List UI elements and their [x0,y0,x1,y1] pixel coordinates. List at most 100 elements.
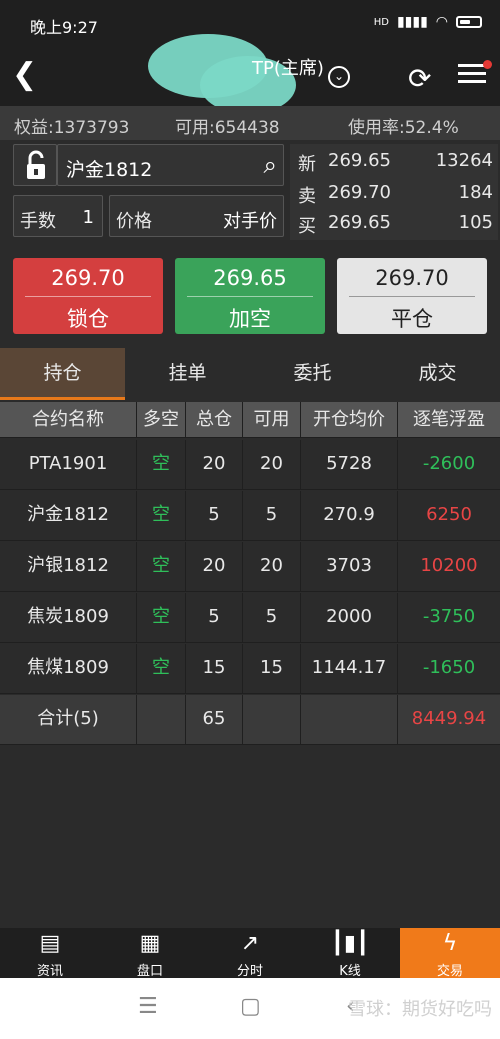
quantity-value: 1 [82,207,94,228]
button-price: 269.70 [51,266,125,290]
nav-news[interactable]: ▤ 资讯 [0,928,100,980]
header: ❮ TP(主席) ⌄ ⟳ [0,34,500,114]
pnl-cell: -1650 [422,657,476,678]
candlestick-icon: ┃▮┃ [330,931,370,956]
quote-price: 269.70 [328,182,391,203]
search-icon[interactable]: ⌕ [264,151,277,179]
news-icon: ▤ [39,931,61,956]
button-price: 269.70 [375,266,449,290]
available-cell: 20 [243,542,301,591]
tab-trades[interactable]: 成交 [375,348,500,400]
home-button[interactable]: ▢ [240,994,261,1019]
status-time: 晚上9:27 [30,18,98,37]
avg-price-cell: 2000 [301,593,398,642]
direction-cell: 空 [137,542,186,591]
system-nav-bar: ☰ ▢ ‹ 雪球：期货好吃吗 [0,978,500,1039]
total-cell: 5 [186,593,243,642]
quote-label: 新 [298,154,316,175]
header-cell: 合约名称 [0,402,137,437]
total-cell: 5 [186,491,243,540]
available-text: 可用:654438 [175,118,280,138]
available-cell: 15 [243,644,301,693]
avg-price-cell: 1144.17 [301,644,398,693]
avg-price-cell: 270.9 [301,491,398,540]
trend-chart-icon: ↗ [240,931,260,956]
table-row[interactable]: 沪银1812 空 20 20 3703 10200 [0,542,500,592]
available-cell: 5 [243,491,301,540]
quote-price: 269.65 [328,150,391,171]
tab-bar: 持仓 挂单 委托 成交 [0,348,500,400]
table-row[interactable]: PTA1901 空 20 20 5728 -2600 [0,440,500,490]
refresh-icon[interactable]: ⟳ [408,62,431,95]
header-cell: 总仓 [186,402,243,437]
avg-price-cell: 5728 [301,440,398,489]
header-cell: 可用 [243,402,301,437]
chevron-down-icon[interactable]: ⌄ [328,66,350,88]
contract-cell: 焦煤1809 [0,644,137,693]
contract-cell: 沪金1812 [0,491,137,540]
nav-label: K线 [339,964,361,979]
battery-icon [456,16,482,28]
table-row[interactable]: 焦炭1809 空 5 5 2000 -3750 [0,593,500,643]
menu-button[interactable]: ☰ [138,994,158,1019]
page-title: TP(主席) [252,58,324,79]
quote-volume: 13264 [435,150,493,171]
quote-volume: 184 [458,182,493,203]
nav-trade[interactable]: ϟ 交易 [400,928,500,979]
account-summary: 权益:1373793 可用:654438 使用率:52.4% [0,106,500,140]
lock-toggle-button[interactable] [13,144,57,186]
quantity-label: 手数 [20,211,56,232]
price-label: 价格 [116,211,152,232]
signal-icon: ▮▮▮▮ [396,14,428,30]
contract-selector[interactable]: 沪金1812 ⌕ [57,144,284,186]
available-cell: 20 [243,440,301,489]
quote-panel: 新 269.65 13264 卖 269.70 184 买 269.65 105 [290,144,498,240]
total-position: 65 [186,695,243,744]
tab-positions[interactable]: 持仓 [0,348,125,400]
contract-cell: 沪银1812 [0,542,137,591]
direction-cell: 空 [137,593,186,642]
table-row[interactable]: 焦煤1809 空 15 15 1144.17 -1650 [0,644,500,694]
quote-row-last: 新 269.65 13264 [298,146,493,176]
available-cell: 5 [243,593,301,642]
open-short-button[interactable]: 269.65 加空 [175,258,325,334]
table-row[interactable]: 沪金1812 空 5 5 270.9 6250 [0,491,500,541]
back-arrow-icon[interactable]: ❮ [12,60,37,90]
button-price: 269.65 [213,266,287,290]
wifi-icon: ◠ [435,14,448,30]
tab-pending[interactable]: 挂单 [125,348,250,400]
direction-cell: 空 [137,491,186,540]
price-field[interactable]: 价格 对手价 [109,195,284,237]
nav-kline[interactable]: ┃▮┃ K线 [300,928,400,980]
price-value: 对手价 [223,211,277,232]
close-position-button[interactable]: 269.70 平仓 [337,258,487,334]
total-cell: 20 [186,440,243,489]
avg-price-cell: 3703 [301,542,398,591]
direction-cell: 空 [137,644,186,693]
nav-timeshare[interactable]: ↗ 分时 [200,928,300,980]
header-cell: 多空 [137,402,186,437]
total-available [243,695,301,744]
pnl-cell: 10200 [420,555,478,576]
pnl-cell: -3750 [422,606,476,627]
quantity-field[interactable]: 手数 1 [13,195,103,237]
nav-label: 分时 [236,964,263,979]
header-cell: 开仓均价 [301,402,398,437]
quote-row-ask: 卖 269.70 184 [298,178,493,208]
direction-cell: 空 [137,440,186,489]
orderbook-icon: ▦ [139,931,161,956]
total-cell: 15 [186,644,243,693]
usage-text: 使用率:52.4% [348,118,459,138]
nav-orderbook[interactable]: ▦ 盘口 [100,928,200,980]
menu-icon[interactable] [458,60,492,88]
button-label: 锁仓 [67,307,109,331]
header-cell: 逐笔浮盈 [413,409,485,430]
pnl-cell: -2600 [422,453,476,474]
lightning-icon: ϟ [442,931,458,956]
nav-label: 资讯 [36,964,63,979]
tab-orders[interactable]: 委托 [250,348,375,400]
notification-dot [483,60,492,69]
contract-cell: PTA1901 [0,440,137,489]
quote-label: 卖 [298,186,316,207]
lock-position-button[interactable]: 269.70 锁仓 [13,258,163,334]
